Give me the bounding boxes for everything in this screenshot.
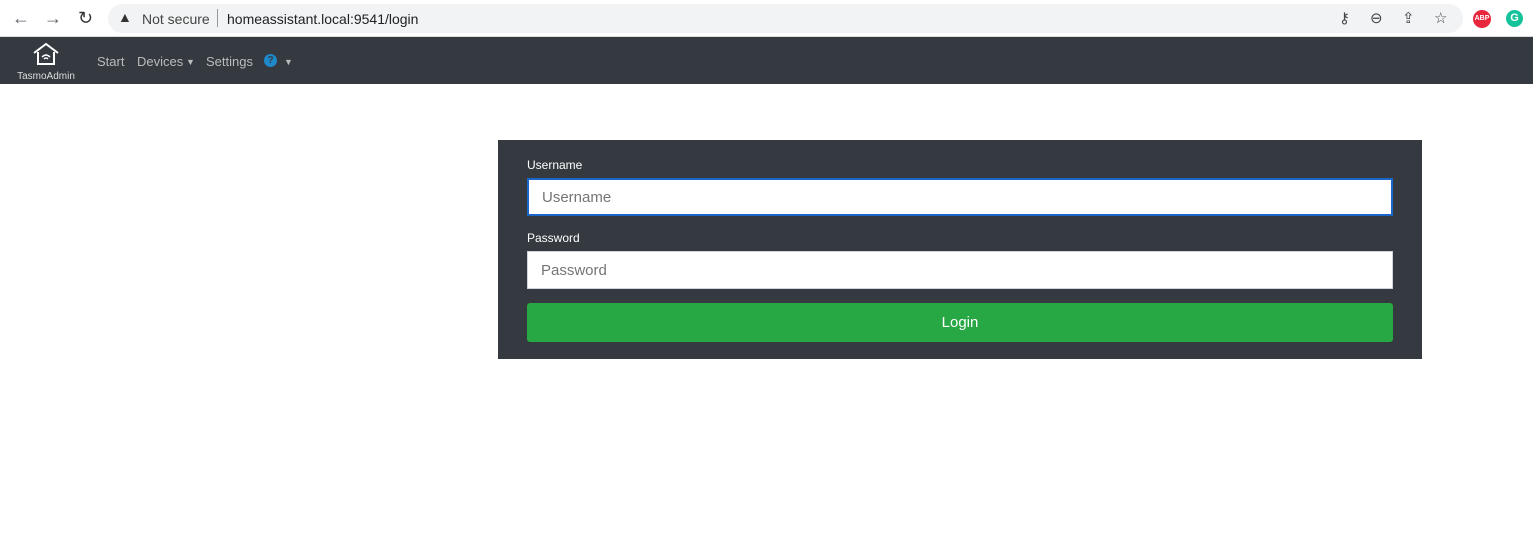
username-label: Username — [527, 158, 583, 172]
warning-icon[interactable]: ▲ — [118, 9, 132, 25]
url-text[interactable]: homeassistant.local:9541/login — [227, 11, 418, 27]
grammarly-extension-icon[interactable]: G — [1506, 10, 1523, 27]
nav-start[interactable]: Start — [97, 54, 124, 69]
home-wifi-icon — [33, 42, 59, 65]
forward-icon[interactable]: → — [44, 8, 62, 29]
password-input[interactable] — [527, 251, 1393, 289]
help-icon[interactable]: ? — [264, 54, 277, 67]
login-form: Username Password Login — [498, 140, 1422, 359]
star-icon[interactable]: ☆ — [1434, 9, 1447, 27]
reload-icon[interactable]: ↻ — [78, 8, 93, 29]
navbar: TasmoAdmin Start Devices ▼ Settings ? ▼ — [0, 37, 1533, 84]
nav-settings[interactable]: Settings — [206, 54, 253, 69]
brand-logo[interactable]: TasmoAdmin — [14, 42, 78, 82]
username-input[interactable] — [527, 178, 1393, 216]
security-status[interactable]: Not secure — [142, 11, 210, 27]
divider — [217, 9, 218, 27]
caret-down-icon: ▼ — [186, 57, 195, 67]
key-icon[interactable]: ⚷ — [1339, 9, 1350, 27]
browser-toolbar: ← → ↻ ▲ Not secure homeassistant.local:9… — [0, 0, 1533, 37]
back-icon[interactable]: ← — [12, 8, 30, 29]
password-label: Password — [527, 231, 580, 245]
share-icon[interactable]: ⇪ — [1402, 9, 1415, 27]
caret-down-icon[interactable]: ▼ — [284, 57, 293, 67]
zoom-icon[interactable]: ⊖ — [1370, 9, 1383, 27]
nav-devices[interactable]: Devices — [137, 54, 183, 69]
adblock-extension-icon[interactable]: ABP — [1473, 10, 1491, 28]
brand-name: TasmoAdmin — [17, 71, 75, 82]
login-button[interactable]: Login — [527, 303, 1393, 342]
